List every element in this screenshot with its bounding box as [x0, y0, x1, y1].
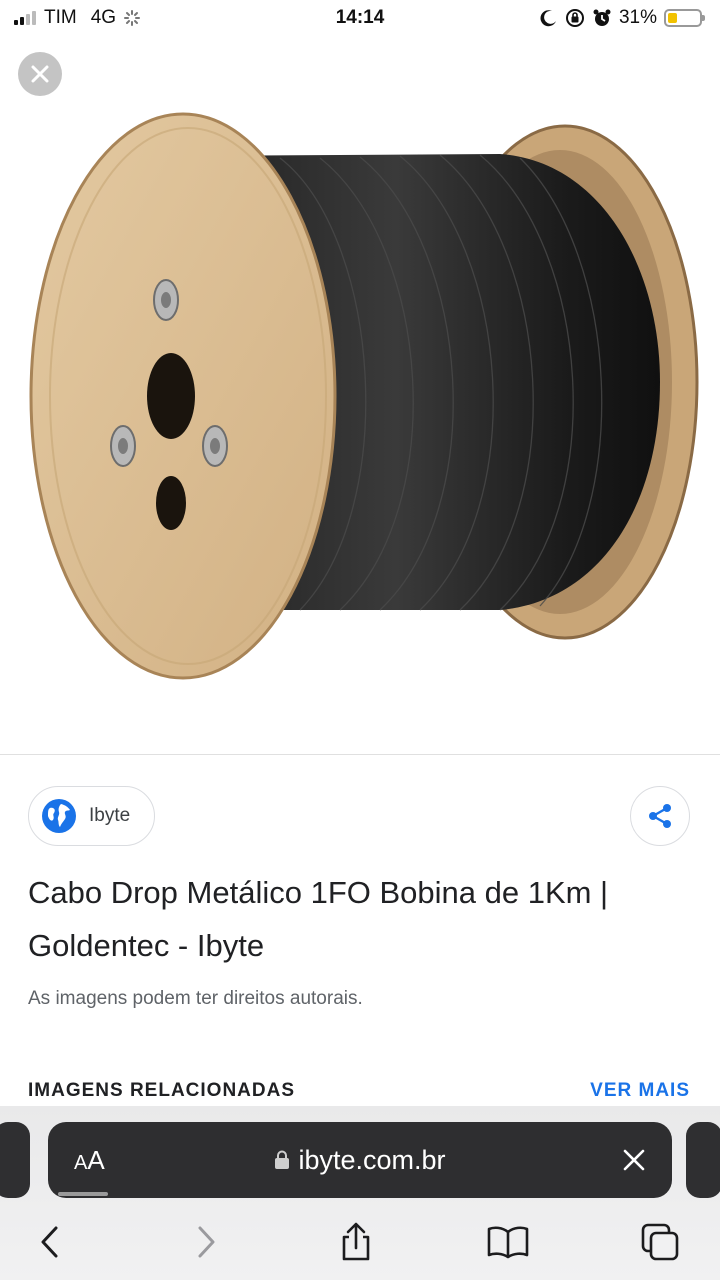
divider — [0, 754, 720, 755]
tabs-icon — [641, 1223, 679, 1261]
close-icon — [31, 65, 49, 83]
previous-tab-peek[interactable] — [0, 1122, 30, 1198]
result-title[interactable]: Cabo Drop Metálico 1FO Bobina de 1Km | G… — [28, 866, 698, 972]
battery-icon — [664, 9, 705, 27]
share-icon — [649, 804, 671, 828]
share-sheet-button[interactable] — [334, 1220, 378, 1264]
url-display[interactable]: ibyte.com.br — [48, 1145, 672, 1176]
close-button[interactable] — [18, 52, 62, 96]
tabs-button[interactable] — [638, 1220, 682, 1264]
status-bar: TIM 4G 14:14 31% — [0, 0, 720, 36]
signal-icon — [14, 11, 36, 25]
forward-button[interactable] — [184, 1220, 228, 1264]
see-more-link[interactable]: VER MAIS — [590, 1080, 690, 1102]
share-button[interactable] — [630, 786, 690, 846]
network-label: 4G — [90, 7, 117, 28]
url-text: ibyte.com.br — [298, 1144, 446, 1175]
lock-icon — [275, 1150, 290, 1169]
back-button[interactable] — [28, 1220, 72, 1264]
address-bar[interactable]: AA ibyte.com.br — [48, 1122, 672, 1198]
orientation-lock-icon — [565, 9, 584, 27]
copyright-notice: As imagens podem ter direitos autorais. — [28, 988, 363, 1009]
share-sheet-icon — [342, 1222, 370, 1261]
related-images-heading: IMAGENS RELACIONADAS — [28, 1080, 296, 1101]
moon-icon — [540, 10, 556, 27]
book-icon — [487, 1226, 529, 1259]
battery-percent: 31% — [618, 7, 657, 28]
next-tab-peek[interactable] — [686, 1122, 720, 1198]
status-right: 31% — [540, 7, 705, 29]
image-preview[interactable] — [0, 36, 720, 754]
alarm-icon — [593, 9, 611, 26]
status-left: TIM 4G — [14, 7, 141, 29]
activity-spinner-icon — [124, 10, 141, 26]
source-chip[interactable]: Ibyte — [28, 786, 156, 846]
source-name: Ibyte — [89, 805, 131, 826]
carrier-label: TIM — [44, 7, 77, 28]
loading-progress — [58, 1192, 108, 1196]
globe-icon — [42, 799, 76, 833]
chevron-right-icon — [198, 1226, 215, 1258]
page: TIM 4G 14:14 31% Ibyte Cabo Drop Metálic… — [0, 0, 720, 1280]
bookmarks-button[interactable] — [486, 1220, 530, 1264]
chevron-left-icon — [41, 1226, 58, 1258]
browser-toolbar — [0, 1210, 720, 1274]
cable-spool-image — [29, 112, 699, 680]
stop-loading-icon[interactable] — [622, 1148, 646, 1172]
